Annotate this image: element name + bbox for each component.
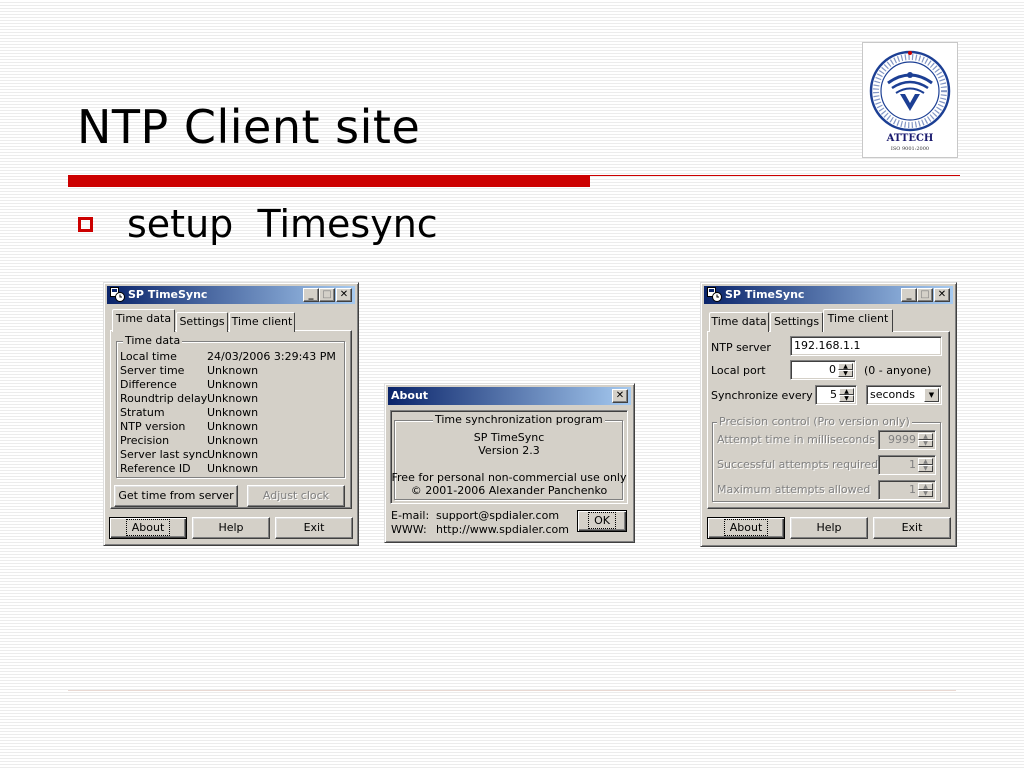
- footer-divider: [68, 690, 956, 691]
- close-button[interactable]: ✕: [934, 288, 950, 302]
- successful-attempts-label: Successful attempts required: [717, 458, 879, 471]
- bullet-square-icon: [78, 217, 93, 232]
- ntp-version-value: Unknown: [207, 420, 259, 433]
- adjust-clock-button[interactable]: Adjust clock: [247, 485, 345, 507]
- about-dialog: About ✕ Time synchronization program SP …: [384, 383, 635, 543]
- max-attempts-spin-icon[interactable]: ▲ ▼: [918, 483, 933, 497]
- difference-value: Unknown: [207, 378, 259, 391]
- close-button[interactable]: ✕: [336, 288, 352, 302]
- attech-logo: ATTECH ISO 9001:2000: [862, 42, 958, 158]
- attempt-time-value: 9999: [888, 433, 916, 446]
- about-button[interactable]: About: [109, 517, 187, 539]
- www-label: WWW:: [391, 523, 427, 536]
- difference-label: Difference: [120, 378, 177, 391]
- maximize-button[interactable]: □: [917, 288, 933, 302]
- attempt-time-spin-icon[interactable]: ▲ ▼: [918, 433, 933, 447]
- timesync-app-icon: [707, 287, 722, 302]
- local-time-label: Local time: [120, 350, 177, 363]
- attempt-time-stepper[interactable]: 9999 ▲ ▼: [878, 430, 936, 450]
- about-version: Version 2.3: [478, 444, 540, 457]
- about-group-title: Time synchronization program: [433, 413, 605, 426]
- timesync-app-icon: [110, 287, 125, 302]
- precision-value: Unknown: [207, 434, 259, 447]
- sync-interval-value: 5: [830, 388, 837, 401]
- local-port-value: 0: [829, 363, 836, 376]
- email-label: E-mail:: [391, 509, 430, 522]
- www-link[interactable]: http://www.spdialer.com: [436, 523, 569, 537]
- attempt-time-label: Attempt time in milliseconds: [717, 433, 876, 446]
- group-title: Time data: [123, 334, 183, 347]
- slide-title: NTP Client site: [77, 100, 421, 154]
- logo-iso-label: ISO 9001:2000: [890, 146, 930, 152]
- title-underline-thick: [68, 175, 590, 187]
- local-port-spin-icon[interactable]: ▲ ▼: [838, 363, 853, 377]
- stratum-value: Unknown: [207, 406, 259, 419]
- local-time-value: 24/03/2006 3:29:43 PM: [207, 350, 336, 363]
- server-time-label: Server time: [120, 364, 185, 377]
- timesync-window-time-data: SP TimeSync _ □ ✕ Time data Settings Tim…: [103, 282, 359, 546]
- email-link[interactable]: support@spdialer.com: [436, 509, 559, 523]
- tab-settings[interactable]: Settings: [176, 312, 228, 332]
- sync-interval-stepper[interactable]: 5 ▲ ▼: [815, 385, 857, 405]
- stratum-label: Stratum: [120, 406, 165, 419]
- max-attempts-value: 1: [909, 483, 916, 496]
- sync-unit-select[interactable]: seconds ▼: [866, 385, 942, 405]
- minimize-button[interactable]: _: [303, 288, 319, 302]
- about-license: Free for personal non-commercial use onl…: [391, 471, 627, 484]
- max-attempts-label: Maximum attempts allowed: [717, 483, 871, 496]
- ntp-server-label: NTP server: [711, 341, 771, 354]
- ntp-server-input[interactable]: 192.168.1.1: [790, 336, 942, 356]
- successful-attempts-spin-icon[interactable]: ▲ ▼: [918, 458, 933, 472]
- get-time-from-server-button[interactable]: Get time from server: [114, 485, 238, 507]
- dialog-title: About: [391, 389, 429, 402]
- window-titlebar[interactable]: SP TimeSync _ □ ✕: [107, 286, 355, 304]
- successful-attempts-value: 1: [909, 458, 916, 471]
- sync-interval-spin-icon[interactable]: ▲ ▼: [839, 388, 854, 402]
- timesync-window-time-client: SP TimeSync _ □ ✕ Time data Settings Tim…: [700, 282, 957, 547]
- server-last-sync-label: Server last sync: [120, 448, 209, 461]
- about-button[interactable]: About: [707, 517, 785, 539]
- tab-time-client[interactable]: Time client: [823, 309, 893, 332]
- about-info-panel: Time synchronization program SP TimeSync…: [390, 410, 628, 504]
- window-titlebar[interactable]: SP TimeSync _ □ ✕: [704, 286, 953, 304]
- local-port-stepper[interactable]: 0 ▲ ▼: [790, 360, 856, 380]
- help-button[interactable]: Help: [192, 517, 270, 539]
- roundtrip-delay-label: Roundtrip delay: [120, 392, 208, 405]
- title-underline-thin: [590, 175, 960, 176]
- exit-button[interactable]: Exit: [275, 517, 353, 539]
- precision-label: Precision: [120, 434, 170, 447]
- window-title: SP TimeSync: [725, 288, 805, 301]
- about-copyright: © 2001-2006 Alexander Panchenko: [410, 484, 608, 497]
- minimize-button[interactable]: _: [901, 288, 917, 302]
- exit-button[interactable]: Exit: [873, 517, 951, 539]
- maximize-button[interactable]: □: [319, 288, 335, 302]
- local-port-label: Local port: [711, 364, 766, 377]
- roundtrip-delay-value: Unknown: [207, 392, 259, 405]
- ntp-version-label: NTP version: [120, 420, 186, 433]
- bullet-text: setup Timesync: [127, 202, 438, 246]
- local-port-hint: (0 - anyone): [864, 364, 932, 377]
- logo-company-name: ATTECH: [886, 133, 934, 144]
- dialog-titlebar[interactable]: About ✕: [388, 387, 631, 405]
- server-time-value: Unknown: [207, 364, 259, 377]
- max-attempts-stepper[interactable]: 1 ▲ ▼: [878, 480, 936, 500]
- sync-interval-label: Synchronize every: [711, 389, 813, 402]
- tab-time-client[interactable]: Time client: [229, 312, 295, 332]
- close-button[interactable]: ✕: [612, 389, 628, 403]
- window-title: SP TimeSync: [128, 288, 208, 301]
- sync-unit-value: seconds: [870, 388, 915, 401]
- successful-attempts-stepper[interactable]: 1 ▲ ▼: [878, 455, 936, 475]
- server-last-sync-value: Unknown: [207, 448, 259, 461]
- precision-group-title: Precision control (Pro version only): [717, 415, 912, 428]
- about-app-name: SP TimeSync: [473, 431, 545, 444]
- reference-id-label: Reference ID: [120, 462, 191, 475]
- ok-button[interactable]: OK: [577, 510, 627, 532]
- tab-time-data[interactable]: Time data: [709, 312, 769, 332]
- help-button[interactable]: Help: [790, 517, 868, 539]
- logo-emblem-icon: [869, 50, 951, 132]
- chevron-down-icon[interactable]: ▼: [924, 388, 939, 402]
- reference-id-value: Unknown: [207, 462, 259, 475]
- tab-settings[interactable]: Settings: [770, 312, 823, 332]
- tab-time-data[interactable]: Time data: [112, 309, 175, 332]
